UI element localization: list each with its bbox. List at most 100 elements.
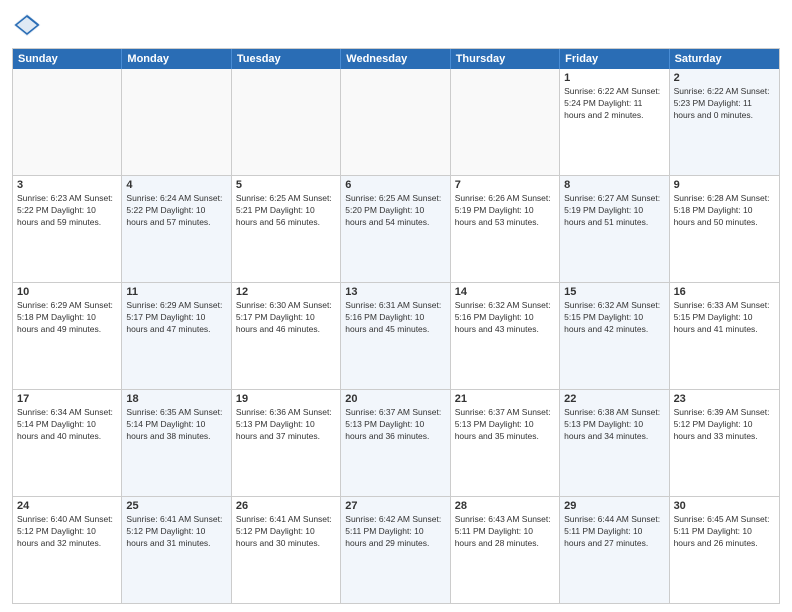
calendar-cell: 22 Sunrise: 6:38 AM Sunset: 5:13 PM Dayli…: [560, 390, 669, 496]
calendar-cell: 3 Sunrise: 6:23 AM Sunset: 5:22 PM Daylig…: [13, 176, 122, 282]
day-number: 27: [345, 500, 445, 512]
cell-detail: Sunrise: 6:31 AM Sunset: 5:16 PM Dayligh…: [345, 300, 445, 336]
cell-detail: Sunrise: 6:36 AM Sunset: 5:13 PM Dayligh…: [236, 407, 336, 443]
day-number: 29: [564, 500, 664, 512]
weekday-header: Wednesday: [341, 49, 450, 69]
calendar-row: 24Sunrise: 6:40 AM Sunset: 5:12 PM Dayli…: [13, 496, 779, 603]
cell-detail: Sunrise: 6:25 AM Sunset: 5:21 PM Dayligh…: [236, 193, 336, 229]
day-number: 5: [236, 179, 336, 191]
day-number: 21: [455, 393, 555, 405]
day-number: 17: [17, 393, 117, 405]
day-number: 16: [674, 286, 775, 298]
calendar-cell: 10 Sunrise: 6:29 AM Sunset: 5:18 PM Dayli…: [13, 283, 122, 389]
calendar-header: SundayMondayTuesdayWednesdayThursdayFrid…: [13, 49, 779, 69]
weekday-header: Tuesday: [232, 49, 341, 69]
calendar-cell: 1 Sunrise: 6:22 AM Sunset: 5:24 PM Daylig…: [560, 69, 669, 175]
calendar-cell: 6Sunrise: 6:25 AM Sunset: 5:20 PM Daylig…: [341, 176, 450, 282]
day-number: 23: [674, 393, 775, 405]
header: [12, 10, 780, 40]
empty-cell: [232, 69, 341, 175]
weekday-header: Monday: [122, 49, 231, 69]
day-number: 10: [17, 286, 117, 298]
cell-detail: Sunrise: 6:26 AM Sunset: 5:19 PM Dayligh…: [455, 193, 555, 229]
calendar-cell: 17 Sunrise: 6:34 AM Sunset: 5:14 PM Dayli…: [13, 390, 122, 496]
cell-detail: Sunrise: 6:29 AM Sunset: 5:18 PM Dayligh…: [17, 300, 117, 336]
cell-detail: Sunrise: 6:33 AM Sunset: 5:15 PM Dayligh…: [674, 300, 775, 336]
calendar: SundayMondayTuesdayWednesdayThursdayFrid…: [12, 48, 780, 604]
empty-cell: [341, 69, 450, 175]
day-number: 8: [564, 179, 664, 191]
cell-detail: Sunrise: 6:37 AM Sunset: 5:13 PM Dayligh…: [345, 407, 445, 443]
calendar-row: 3 Sunrise: 6:23 AM Sunset: 5:22 PM Daylig…: [13, 175, 779, 282]
cell-detail: Sunrise: 6:43 AM Sunset: 5:11 PM Dayligh…: [455, 514, 555, 550]
day-number: 30: [674, 500, 775, 512]
calendar-cell: 18Sunrise: 6:35 AM Sunset: 5:14 PM Dayli…: [122, 390, 231, 496]
cell-detail: Sunrise: 6:27 AM Sunset: 5:19 PM Dayligh…: [564, 193, 664, 229]
day-number: 2: [674, 72, 775, 84]
calendar-row: 17 Sunrise: 6:34 AM Sunset: 5:14 PM Dayli…: [13, 389, 779, 496]
cell-detail: Sunrise: 6:35 AM Sunset: 5:14 PM Dayligh…: [126, 407, 226, 443]
day-number: 7: [455, 179, 555, 191]
day-number: 1: [564, 72, 664, 84]
calendar-cell: 26Sunrise: 6:41 AM Sunset: 5:12 PM Dayli…: [232, 497, 341, 603]
cell-detail: Sunrise: 6:42 AM Sunset: 5:11 PM Dayligh…: [345, 514, 445, 550]
logo: [12, 10, 46, 40]
calendar-cell: 8 Sunrise: 6:27 AM Sunset: 5:19 PM Daylig…: [560, 176, 669, 282]
calendar-cell: 13 Sunrise: 6:31 AM Sunset: 5:16 PM Dayli…: [341, 283, 450, 389]
calendar-cell: 4Sunrise: 6:24 AM Sunset: 5:22 PM Daylig…: [122, 176, 231, 282]
calendar-cell: 15Sunrise: 6:32 AM Sunset: 5:15 PM Dayli…: [560, 283, 669, 389]
cell-detail: Sunrise: 6:29 AM Sunset: 5:17 PM Dayligh…: [126, 300, 226, 336]
cell-detail: Sunrise: 6:32 AM Sunset: 5:16 PM Dayligh…: [455, 300, 555, 336]
cell-detail: Sunrise: 6:22 AM Sunset: 5:23 PM Dayligh…: [674, 86, 775, 122]
calendar-cell: 11 Sunrise: 6:29 AM Sunset: 5:17 PM Dayli…: [122, 283, 231, 389]
calendar-cell: 9Sunrise: 6:28 AM Sunset: 5:18 PM Daylig…: [670, 176, 779, 282]
cell-detail: Sunrise: 6:37 AM Sunset: 5:13 PM Dayligh…: [455, 407, 555, 443]
calendar-cell: 28 Sunrise: 6:43 AM Sunset: 5:11 PM Dayli…: [451, 497, 560, 603]
day-number: 3: [17, 179, 117, 191]
calendar-row: 1 Sunrise: 6:22 AM Sunset: 5:24 PM Daylig…: [13, 69, 779, 175]
day-number: 4: [126, 179, 226, 191]
cell-detail: Sunrise: 6:25 AM Sunset: 5:20 PM Dayligh…: [345, 193, 445, 229]
calendar-cell: 5 Sunrise: 6:25 AM Sunset: 5:21 PM Daylig…: [232, 176, 341, 282]
day-number: 20: [345, 393, 445, 405]
day-number: 22: [564, 393, 664, 405]
cell-detail: Sunrise: 6:39 AM Sunset: 5:12 PM Dayligh…: [674, 407, 775, 443]
calendar-cell: 25 Sunrise: 6:41 AM Sunset: 5:12 PM Dayli…: [122, 497, 231, 603]
empty-cell: [451, 69, 560, 175]
calendar-row: 10 Sunrise: 6:29 AM Sunset: 5:18 PM Dayli…: [13, 282, 779, 389]
cell-detail: Sunrise: 6:38 AM Sunset: 5:13 PM Dayligh…: [564, 407, 664, 443]
calendar-cell: 14 Sunrise: 6:32 AM Sunset: 5:16 PM Dayli…: [451, 283, 560, 389]
day-number: 19: [236, 393, 336, 405]
calendar-cell: 30Sunrise: 6:45 AM Sunset: 5:11 PM Dayli…: [670, 497, 779, 603]
calendar-body: 1 Sunrise: 6:22 AM Sunset: 5:24 PM Daylig…: [13, 69, 779, 603]
weekday-header: Thursday: [451, 49, 560, 69]
cell-detail: Sunrise: 6:44 AM Sunset: 5:11 PM Dayligh…: [564, 514, 664, 550]
day-number: 13: [345, 286, 445, 298]
day-number: 12: [236, 286, 336, 298]
cell-detail: Sunrise: 6:34 AM Sunset: 5:14 PM Dayligh…: [17, 407, 117, 443]
calendar-cell: 2 Sunrise: 6:22 AM Sunset: 5:23 PM Daylig…: [670, 69, 779, 175]
calendar-cell: 19 Sunrise: 6:36 AM Sunset: 5:13 PM Dayli…: [232, 390, 341, 496]
calendar-cell: 12Sunrise: 6:30 AM Sunset: 5:17 PM Dayli…: [232, 283, 341, 389]
day-number: 25: [126, 500, 226, 512]
day-number: 28: [455, 500, 555, 512]
empty-cell: [13, 69, 122, 175]
page: SundayMondayTuesdayWednesdayThursdayFrid…: [0, 0, 792, 612]
cell-detail: Sunrise: 6:41 AM Sunset: 5:12 PM Dayligh…: [126, 514, 226, 550]
weekday-header: Sunday: [13, 49, 122, 69]
day-number: 24: [17, 500, 117, 512]
calendar-cell: 24Sunrise: 6:40 AM Sunset: 5:12 PM Dayli…: [13, 497, 122, 603]
calendar-cell: 23 Sunrise: 6:39 AM Sunset: 5:12 PM Dayli…: [670, 390, 779, 496]
empty-cell: [122, 69, 231, 175]
day-number: 11: [126, 286, 226, 298]
calendar-cell: 16 Sunrise: 6:33 AM Sunset: 5:15 PM Dayli…: [670, 283, 779, 389]
cell-detail: Sunrise: 6:23 AM Sunset: 5:22 PM Dayligh…: [17, 193, 117, 229]
calendar-cell: 21 Sunrise: 6:37 AM Sunset: 5:13 PM Dayli…: [451, 390, 560, 496]
weekday-header: Saturday: [670, 49, 779, 69]
cell-detail: Sunrise: 6:28 AM Sunset: 5:18 PM Dayligh…: [674, 193, 775, 229]
cell-detail: Sunrise: 6:22 AM Sunset: 5:24 PM Dayligh…: [564, 86, 664, 122]
logo-icon: [12, 10, 42, 40]
calendar-cell: 20 Sunrise: 6:37 AM Sunset: 5:13 PM Dayli…: [341, 390, 450, 496]
day-number: 14: [455, 286, 555, 298]
cell-detail: Sunrise: 6:32 AM Sunset: 5:15 PM Dayligh…: [564, 300, 664, 336]
